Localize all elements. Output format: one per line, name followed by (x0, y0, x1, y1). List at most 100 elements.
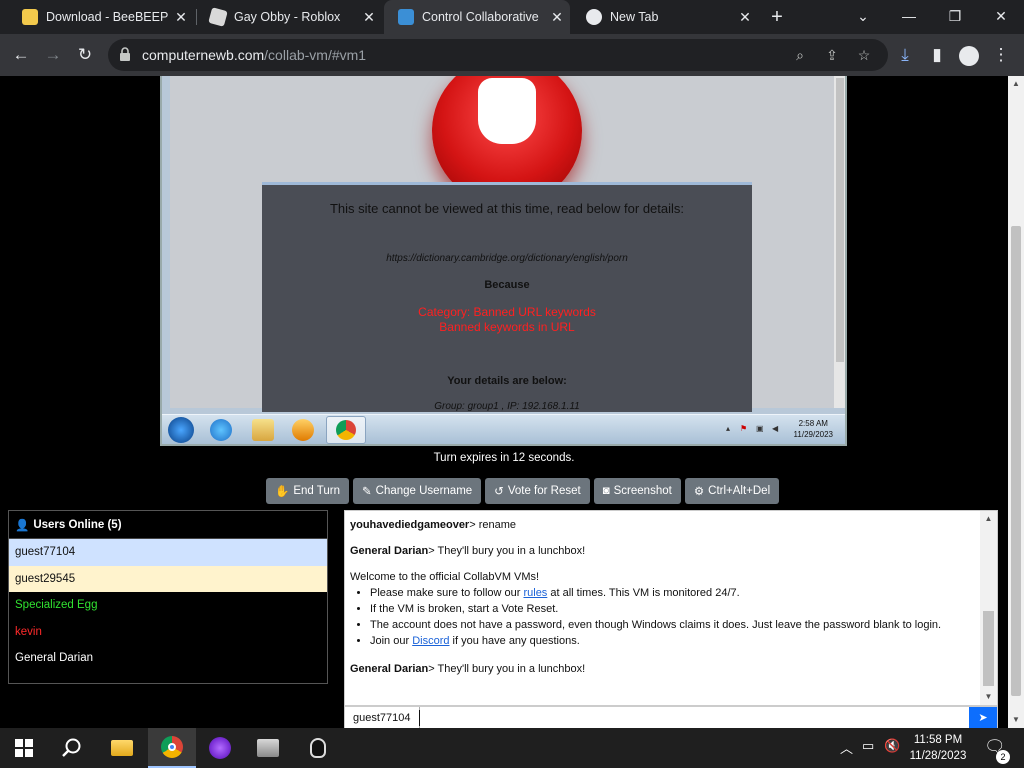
restore-button[interactable]: ❐ (932, 0, 978, 34)
send-button[interactable]: ➤ (969, 707, 997, 728)
button-label: End Turn (293, 485, 340, 497)
tab-title: Gay Obby - Roblox (234, 10, 341, 24)
vm-explorer-icon[interactable] (252, 419, 274, 441)
share-icon[interactable]: ⇪ (820, 43, 844, 67)
vm-screen[interactable]: This site cannot be viewed at this time,… (160, 76, 847, 446)
chat-scroll-thumb[interactable] (983, 611, 994, 686)
forward-button[interactable]: → (38, 40, 68, 70)
vm-tray-network-icon[interactable]: ▣ (756, 424, 764, 433)
vm-tray-up-icon[interactable]: ▴ (726, 424, 730, 433)
app-taskbar-button[interactable] (244, 728, 292, 768)
tab-new-tab[interactable]: New Tab ✕ (572, 0, 758, 34)
page-scrollbar[interactable]: ▲ ▼ (1008, 76, 1024, 728)
close-tab-icon[interactable]: ✕ (168, 9, 194, 26)
tray-network-icon[interactable]: ▭ (862, 738, 874, 754)
address-bar[interactable]: computernewb.com/collab-vm/#vm1 ⌕ ⇪ ☆ (108, 39, 888, 71)
block-category-line: Banned keywords in URL (439, 320, 575, 334)
chat-message-input[interactable] (417, 707, 967, 728)
chat-username-label: guest77104 (345, 707, 420, 728)
chat-message: General Darian> They'll bury you in a lu… (350, 661, 980, 677)
system-clock[interactable]: 11:58 PM 11/28/2023 (906, 732, 970, 764)
group-line: Group: group1 , IP: 192.168.1.11 (434, 401, 580, 412)
screenshot-button[interactable]: ◙ Screenshot (593, 478, 681, 504)
scroll-up-arrow-icon[interactable]: ▲ (1008, 76, 1024, 92)
rule-text: at all times. This VM is monitored 24/7. (547, 587, 740, 599)
turn-status: Turn expires in 12 seconds. (433, 452, 575, 464)
gear-icon: ⚙ (693, 486, 705, 498)
scroll-down-arrow-icon[interactable]: ▼ (1008, 712, 1024, 728)
user-list-item[interactable]: kevin (9, 619, 327, 646)
close-tab-icon[interactable]: ✕ (544, 9, 570, 26)
vm-tray-flag-icon[interactable]: ⚑ (740, 424, 747, 433)
bookmark-star-icon[interactable]: ☆ (852, 43, 876, 67)
linux-app-button[interactable] (294, 728, 342, 768)
chrome-favicon-icon (586, 9, 602, 25)
ctrl-alt-del-button[interactable]: ⚙ Ctrl+Alt+Del (684, 478, 780, 504)
chat-scrollbar[interactable]: ▲ ▼ (980, 511, 997, 705)
change-username-button[interactable]: ✎ Change Username (353, 478, 482, 504)
menu-kebab-icon[interactable]: ⋮ (986, 40, 1016, 70)
file-explorer-button[interactable] (98, 728, 146, 768)
search-button[interactable] (48, 728, 96, 768)
folder-icon (111, 740, 133, 756)
tab-title: Download - BeeBEEP - (46, 10, 168, 24)
vm-scrollbar[interactable] (834, 76, 845, 408)
scroll-up-arrow-icon[interactable]: ▲ (980, 511, 997, 527)
page-scroll-thumb[interactable] (1011, 226, 1021, 696)
side-panel-icon[interactable]: ▮ (922, 40, 952, 70)
vm-taskbar: ▴ ⚑ ▣ ◀ 2:58 AM 11/29/2023 (162, 414, 845, 444)
vm-media-player-icon[interactable] (292, 419, 314, 441)
user-icon: 👤 (15, 519, 30, 532)
vm-chrome-taskbar-button[interactable] (326, 416, 366, 444)
close-tab-icon[interactable]: ✕ (732, 9, 758, 26)
vm-clock[interactable]: 2:58 AM 11/29/2023 (794, 418, 833, 440)
downloads-icon[interactable]: ⤓ (890, 40, 920, 70)
user-list-item[interactable]: General Darian (9, 645, 327, 672)
tab-beebeep[interactable]: Download - BeeBEEP - ✕ (8, 0, 194, 34)
vm-start-orb-icon[interactable] (168, 417, 194, 443)
chat-message: General Darian> They'll bury you in a lu… (350, 543, 980, 559)
chat-text: > rename (469, 519, 516, 531)
tab-roblox[interactable]: Gay Obby - Roblox ✕ (196, 0, 382, 34)
tab-search-chevron-icon[interactable]: ⌄ (840, 0, 886, 34)
paper-plane-icon: ➤ (978, 712, 988, 724)
tray-volume-muted-icon[interactable]: 🔇 (884, 738, 900, 754)
button-label: Change Username (375, 485, 473, 497)
discord-link[interactable]: Discord (412, 635, 449, 647)
user-list-item[interactable]: guest77104 (9, 539, 327, 566)
vm-action-bar: ✋ End Turn ✎ Change Username ↺ Vote for Res… (266, 478, 780, 504)
lock-icon (120, 47, 130, 61)
tor-browser-button[interactable] (196, 728, 244, 768)
user-list-item[interactable]: Specialized Egg (9, 592, 327, 619)
vote-reset-button[interactable]: ↺ Vote for Reset (485, 478, 590, 504)
back-button[interactable]: ← (6, 40, 36, 70)
chrome-taskbar-button[interactable] (148, 728, 196, 768)
collabvm-favicon-icon (398, 9, 414, 25)
rules-link[interactable]: rules (523, 587, 547, 599)
vm-ie-icon[interactable] (210, 419, 232, 441)
close-tab-icon[interactable]: ✕ (356, 9, 382, 26)
user-list-item[interactable]: guest29545 (9, 565, 327, 592)
tab-collabvm[interactable]: Control Collaborative ✕ (384, 0, 570, 34)
undo-icon: ↺ (494, 486, 504, 498)
start-button[interactable] (0, 728, 48, 768)
rule-item: If the VM is broken, start a Vote Reset. (370, 601, 980, 617)
rule-text: if you have any questions. (449, 635, 580, 647)
profile-avatar-icon[interactable] (954, 40, 984, 70)
beebeep-favicon-icon (22, 9, 38, 25)
vm-tray-volume-icon[interactable]: ◀ (772, 424, 778, 433)
rule-item: Please make sure to follow our rules at … (370, 585, 980, 601)
zoom-icon[interactable]: ⌕ (788, 43, 812, 67)
close-window-button[interactable]: ✕ (978, 0, 1024, 34)
vm-browser-window: This site cannot be viewed at this time,… (170, 76, 845, 412)
reload-button[interactable]: ↻ (70, 40, 100, 70)
end-turn-button[interactable]: ✋ End Turn (266, 478, 349, 504)
chat-input-bar: guest77104 ➤ (344, 706, 998, 728)
chat-panel: youhavediedgameover> rename General Dari… (344, 510, 998, 706)
new-tab-button[interactable]: + (764, 4, 790, 30)
scroll-down-arrow-icon[interactable]: ▼ (980, 689, 997, 705)
minimize-button[interactable]: — (886, 0, 932, 34)
rule-text: Join our (370, 635, 413, 647)
chat-text: > They'll bury you in a lunchbox! (428, 545, 586, 557)
tray-chevron-up-icon[interactable]: ︿ (840, 738, 853, 757)
